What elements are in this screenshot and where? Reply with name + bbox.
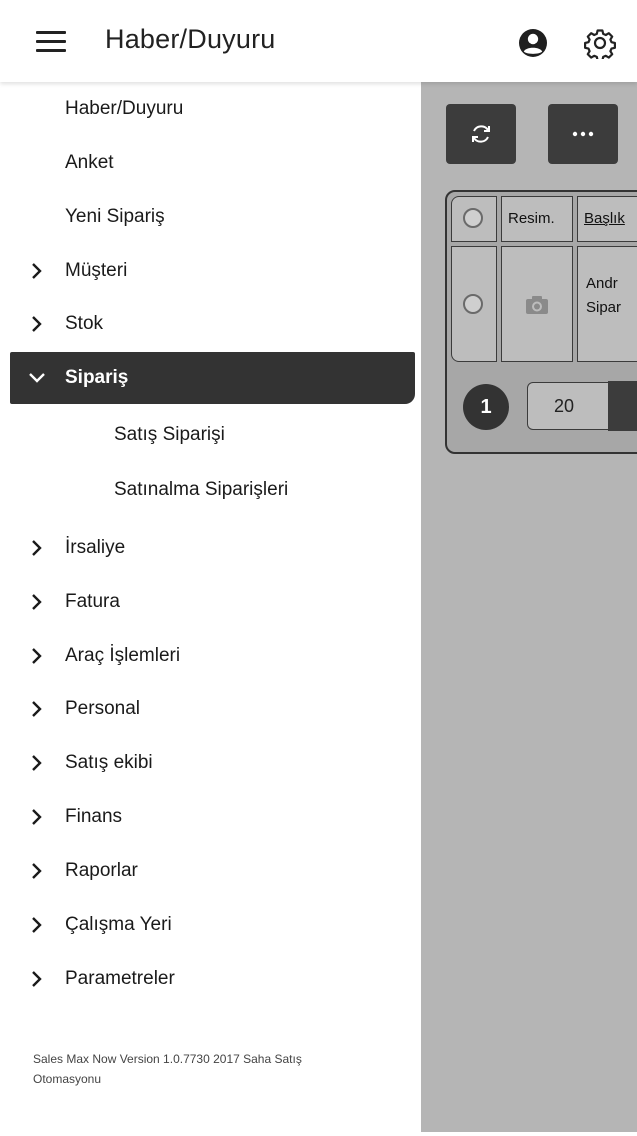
nav-item-label: Çalışma Yeri <box>65 914 172 935</box>
nav-item-fatura[interactable]: Fatura <box>0 580 421 624</box>
nav-subitem-satis-siparisi[interactable]: Satış Siparişi <box>0 413 421 457</box>
column-header-resim[interactable]: Resim. <box>501 196 573 242</box>
nav-item-label: Araç İşlemleri <box>65 645 181 666</box>
nav-item-stok[interactable]: Stok <box>0 302 421 346</box>
nav-item-parametreler[interactable]: Parametreler <box>0 957 421 1001</box>
page-size-dropdown-button[interactable] <box>608 381 637 431</box>
refresh-button[interactable] <box>446 104 516 164</box>
nav-item-label: Fatura <box>65 591 120 612</box>
column-header-baslik[interactable]: Başlık <box>577 196 637 242</box>
nav-item-musteri[interactable]: Müşteri <box>0 249 421 293</box>
select-all-cell[interactable] <box>451 196 497 242</box>
chevron-right-icon <box>32 263 42 279</box>
nav-item-irsaliye[interactable]: İrsaliye <box>0 526 421 570</box>
nav-item-satis-ekibi[interactable]: Satış ekibi <box>0 741 421 785</box>
nav-item-calisma-yeri[interactable]: Çalışma Yeri <box>0 903 421 947</box>
row-title-line: Sipar <box>586 299 622 316</box>
nav-item-label: Satınalma Siparişleri <box>114 479 289 500</box>
version-footer: Sales Max Now Version 1.0.7730 2017 Saha… <box>33 1049 373 1089</box>
nav-item-label: Raporlar <box>65 860 138 881</box>
user-circle-icon[interactable] <box>517 27 549 59</box>
pagination-page-button[interactable]: 1 <box>463 384 509 430</box>
nav-item-finans[interactable]: Finans <box>0 795 421 839</box>
camera-icon <box>526 296 548 314</box>
chevron-right-icon <box>32 917 42 933</box>
version-text: Sales Max Now Version 1.0.7730 2017 Saha… <box>33 1052 302 1066</box>
nav-item-label: Parametreler <box>65 968 175 989</box>
nav-item-anket[interactable]: Anket <box>0 141 421 185</box>
nav-item-label: Haber/Duyuru <box>65 98 184 119</box>
nav-item-label: Personal <box>65 698 140 719</box>
row-select-cell[interactable] <box>451 246 497 362</box>
nav-item-raporlar[interactable]: Raporlar <box>0 849 421 893</box>
chevron-right-icon <box>32 316 42 332</box>
nav-item-label: Anket <box>65 152 114 173</box>
navigation-drawer: Haber/Duyuru Anket Yeni Sipariş Müşteri … <box>0 82 421 1132</box>
chevron-down-icon <box>29 373 45 383</box>
app-header: Haber/Duyuru <box>0 0 637 82</box>
more-options-button[interactable] <box>548 104 618 164</box>
main-content-overlay[interactable]: Resim. Başlık Andr Sipar 1 20 <box>421 82 637 1132</box>
row-title-line: Andr <box>586 275 618 292</box>
nav-item-label: Yeni Sipariş <box>65 206 165 227</box>
column-header-label: Resim. <box>508 210 555 227</box>
nav-item-label: İrsaliye <box>65 537 126 558</box>
nav-item-label: Müşteri <box>65 260 128 281</box>
chevron-right-icon <box>32 971 42 987</box>
nav-item-personal[interactable]: Personal <box>0 687 421 731</box>
page-size-value: 20 <box>554 396 575 416</box>
chevron-right-icon <box>32 594 42 610</box>
chevron-right-icon <box>32 809 42 825</box>
chevron-right-icon <box>32 648 42 664</box>
data-grid: Resim. Başlık Andr Sipar 1 20 <box>445 190 637 454</box>
nav-item-label: Sipariş <box>65 367 129 388</box>
nav-item-yeni-siparis[interactable]: Yeni Sipariş <box>0 195 421 239</box>
version-text-line2: Otomasyonu <box>33 1072 102 1086</box>
gear-icon[interactable] <box>584 27 616 59</box>
chevron-right-icon <box>32 863 42 879</box>
chevron-right-icon <box>32 701 42 717</box>
more-horizontal-icon <box>572 131 594 137</box>
page-size-select[interactable]: 20 <box>527 381 637 431</box>
nav-item-label: Finans <box>65 806 123 827</box>
hamburger-menu-icon[interactable] <box>36 31 66 53</box>
page-title: Haber/Duyuru <box>105 24 276 54</box>
nav-item-arac-islemleri[interactable]: Araç İşlemleri <box>0 634 421 678</box>
nav-item-haber-duyuru[interactable]: Haber/Duyuru <box>0 87 421 131</box>
column-header-label: Başlık <box>584 210 625 227</box>
nav-item-label: Stok <box>65 313 104 334</box>
select-all-radio[interactable] <box>463 208 483 228</box>
chevron-right-icon <box>32 755 42 771</box>
nav-item-label: Satış Siparişi <box>114 424 225 445</box>
nav-subitem-satinalma-siparisleri[interactable]: Satınalma Siparişleri <box>0 468 421 512</box>
nav-item-label: Satış ekibi <box>65 752 153 773</box>
nav-item-siparis[interactable]: Sipariş <box>10 352 415 404</box>
refresh-icon <box>472 125 490 143</box>
chevron-right-icon <box>32 540 42 556</box>
row-title-cell[interactable]: Andr Sipar <box>577 246 637 362</box>
row-select-radio[interactable] <box>463 294 483 314</box>
row-image-cell <box>501 246 573 362</box>
